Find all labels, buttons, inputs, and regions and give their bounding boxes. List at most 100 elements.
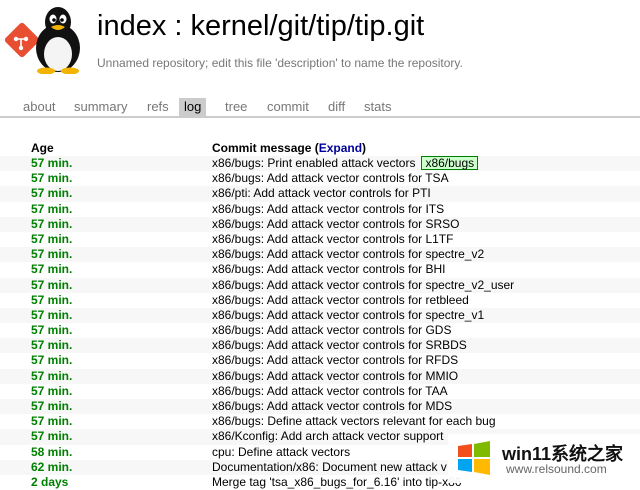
commit-age: 57 min. bbox=[31, 186, 73, 201]
tab-stats[interactable]: stats bbox=[359, 98, 396, 116]
table-row[interactable]: 57 min. x86/bugs: Add attack vector contr… bbox=[0, 399, 640, 415]
commit-message-link[interactable]: x86/bugs: Add attack vector controls for… bbox=[212, 323, 451, 338]
commit-age: 57 min. bbox=[31, 368, 73, 383]
commit-age: 57 min. bbox=[31, 292, 73, 307]
watermark-url: www.relsound.com bbox=[506, 462, 607, 476]
commit-message-text: x86/bugs: Add attack vector controls for… bbox=[212, 338, 467, 353]
table-row[interactable]: 57 min. x86/bugs: Add attack vector contr… bbox=[0, 216, 640, 232]
expand-link[interactable]: Expand bbox=[319, 141, 362, 155]
message-header-suffix: ) bbox=[362, 141, 367, 155]
table-row[interactable]: 57 min. x86/bugs: Print enabled attack ve… bbox=[0, 156, 640, 172]
commit-message-link[interactable]: x86/bugs: Define attack vectors relevant… bbox=[212, 414, 496, 429]
commit-message-text: x86/Kconfig: Add arch attack vector supp… bbox=[212, 429, 444, 444]
tab-bar: about summary refs log tree commit diff … bbox=[0, 98, 640, 118]
commit-age: 57 min. bbox=[31, 216, 73, 231]
table-row[interactable]: 57 min. x86/pti: Add attack vector contro… bbox=[0, 186, 640, 202]
commit-message-text: x86/bugs: Add attack vector controls for… bbox=[212, 247, 485, 262]
commit-age: 57 min. bbox=[31, 307, 73, 322]
age-column-header: Age bbox=[31, 141, 54, 155]
commit-message-text: x86/bugs: Add attack vector controls for… bbox=[212, 216, 460, 231]
tab-about[interactable]: about bbox=[18, 98, 61, 116]
commit-message-link[interactable]: x86/bugs: Add attack vector controls for… bbox=[212, 338, 467, 353]
repo-header: index : kernel/git/tip/tip.git Unnamed r… bbox=[0, 0, 640, 80]
commit-message-text: x86/bugs: Add attack vector controls for… bbox=[212, 292, 469, 307]
commit-age: 57 min. bbox=[31, 338, 73, 353]
commit-age: 57 min. bbox=[31, 171, 73, 186]
tab-diff[interactable]: diff bbox=[323, 98, 350, 116]
table-row[interactable]: 57 min. x86/bugs: Add attack vector contr… bbox=[0, 338, 640, 354]
repo-description: Unnamed repository; edit this file 'desc… bbox=[97, 56, 463, 70]
commit-message-link[interactable]: x86/bugs: Add attack vector controls for… bbox=[212, 262, 445, 277]
tab-commit[interactable]: commit bbox=[262, 98, 314, 116]
commit-message-link[interactable]: x86/bugs: Print enabled attack vectors x8… bbox=[212, 156, 479, 171]
branch-decoration[interactable]: x86/bugs bbox=[421, 156, 479, 170]
commit-message-text: x86/bugs: Add attack vector controls for… bbox=[212, 353, 459, 368]
page-title: index : kernel/git/tip/tip.git bbox=[97, 10, 425, 42]
table-row[interactable]: 57 min. x86/bugs: Add attack vector contr… bbox=[0, 202, 640, 217]
commit-message-text: x86/bugs: Add attack vector controls for… bbox=[212, 307, 485, 322]
commit-age: 57 min. bbox=[31, 383, 73, 398]
watermark: win11系统之家 www.relsound.com bbox=[448, 434, 640, 483]
commit-message-link[interactable]: x86/pti: Add attack vector controls for … bbox=[212, 186, 431, 201]
message-column-header: Commit message (Expand) bbox=[212, 140, 366, 156]
commit-age: 57 min. bbox=[31, 353, 73, 368]
commit-message-text: x86/bugs: Add attack vector controls for… bbox=[212, 399, 453, 413]
commit-message-text: x86/bugs: Add attack vector controls for… bbox=[212, 277, 515, 292]
commit-message-text: x86/bugs: Add attack vector controls for… bbox=[212, 231, 454, 246]
table-row[interactable]: 57 min. x86/bugs: Add attack vector contr… bbox=[0, 262, 640, 277]
commit-age: 57 min. bbox=[31, 277, 73, 292]
commit-age: 57 min. bbox=[31, 429, 73, 444]
table-row[interactable]: 57 min. x86/bugs: Add attack vector contr… bbox=[0, 232, 640, 247]
commit-message-link[interactable]: x86/bugs: Add attack vector controls for… bbox=[212, 232, 453, 247]
commit-age: 2 days bbox=[31, 474, 69, 489]
commit-message-text: Merge tag 'tsa_x86_bugs_for_6.16' into t… bbox=[212, 474, 462, 489]
commit-message-text: x86/bugs: Add attack vector controls for… bbox=[212, 323, 452, 338]
commit-message-link[interactable]: x86/bugs: Add attack vector controls for… bbox=[212, 293, 469, 308]
table-row[interactable]: 57 min. x86/bugs: Add attack vector contr… bbox=[0, 307, 640, 324]
tab-refs[interactable]: refs bbox=[142, 98, 174, 116]
commit-message-link[interactable]: x86/Kconfig: Add arch attack vector supp… bbox=[212, 429, 443, 444]
table-row[interactable]: 57 min. x86/bugs: Add attack vector contr… bbox=[0, 293, 640, 308]
table-row[interactable]: 57 min. x86/bugs: Add attack vector contr… bbox=[0, 368, 640, 384]
commit-age: 57 min. bbox=[31, 201, 73, 216]
commit-message-link[interactable]: cpu: Define attack vectors bbox=[212, 445, 350, 460]
tux-git-logo-icon[interactable] bbox=[2, 4, 88, 74]
table-row[interactable]: 57 min. x86/bugs: Add attack vector contr… bbox=[0, 353, 640, 368]
commit-message-link[interactable]: x86/bugs: Add attack vector controls for… bbox=[212, 369, 458, 384]
commit-message-link[interactable]: x86/bugs: Add attack vector controls for… bbox=[212, 217, 459, 232]
table-row[interactable]: 57 min. x86/bugs: Add attack vector contr… bbox=[0, 384, 640, 399]
commit-message-link[interactable]: x86/bugs: Add attack vector controls for… bbox=[212, 353, 458, 368]
table-row[interactable]: 57 min. x86/bugs: Add attack vector contr… bbox=[0, 323, 640, 338]
table-row[interactable]: 57 min. x86/bugs: Define attack vectors r… bbox=[0, 414, 640, 429]
commit-age: 57 min. bbox=[31, 399, 73, 413]
commit-message-link[interactable]: Documentation/x86: Document new attack v bbox=[212, 460, 447, 475]
table-row[interactable]: 57 min. x86/bugs: Add attack vector contr… bbox=[0, 277, 640, 293]
commit-message-text: x86/bugs: Print enabled attack vectors bbox=[212, 156, 416, 170]
tab-summary[interactable]: summary bbox=[69, 98, 132, 116]
table-row[interactable]: 57 min. x86/bugs: Add attack vector contr… bbox=[0, 247, 640, 263]
commit-age: 57 min. bbox=[31, 414, 73, 429]
commit-age: 57 min. bbox=[31, 262, 73, 277]
message-header-prefix: Commit message ( bbox=[212, 141, 319, 155]
commit-message-link[interactable]: x86/bugs: Add attack vector controls for… bbox=[212, 399, 452, 414]
commit-message-link[interactable]: x86/bugs: Add attack vector controls for… bbox=[212, 202, 444, 217]
commit-age: 57 min. bbox=[31, 231, 73, 246]
commit-message-text: x86/bugs: Define attack vectors relevant… bbox=[212, 414, 496, 429]
tab-tree[interactable]: tree bbox=[220, 98, 252, 116]
commit-message-text: x86/bugs: Add attack vector controls for… bbox=[212, 383, 448, 398]
commit-message-text: x86/bugs: Add attack vector controls for… bbox=[212, 201, 445, 216]
table-row[interactable]: 57 min. x86/bugs: Add attack vector contr… bbox=[0, 171, 640, 186]
tab-log[interactable]: log bbox=[179, 98, 207, 116]
commit-age: 57 min. bbox=[31, 156, 73, 170]
commit-age: 62 min. bbox=[31, 459, 73, 474]
commit-message-link[interactable]: x86/bugs: Add attack vector controls for… bbox=[212, 247, 484, 262]
commit-message-link[interactable]: Merge tag 'tsa_x86_bugs_for_6.16' into t… bbox=[212, 475, 461, 490]
commit-message-text: x86/pti: Add attack vector controls for … bbox=[212, 186, 431, 201]
commit-message-link[interactable]: x86/bugs: Add attack vector controls for… bbox=[212, 384, 448, 399]
commit-age: 58 min. bbox=[31, 444, 73, 459]
commit-message-text: cpu: Define attack vectors bbox=[212, 444, 351, 459]
commit-message-link[interactable]: x86/bugs: Add attack vector controls for… bbox=[212, 308, 484, 323]
commit-message-link[interactable]: x86/bugs: Add attack vector controls for… bbox=[212, 171, 449, 186]
commit-message-link[interactable]: x86/bugs: Add attack vector controls for… bbox=[212, 278, 514, 293]
commit-age: 57 min. bbox=[31, 247, 73, 262]
